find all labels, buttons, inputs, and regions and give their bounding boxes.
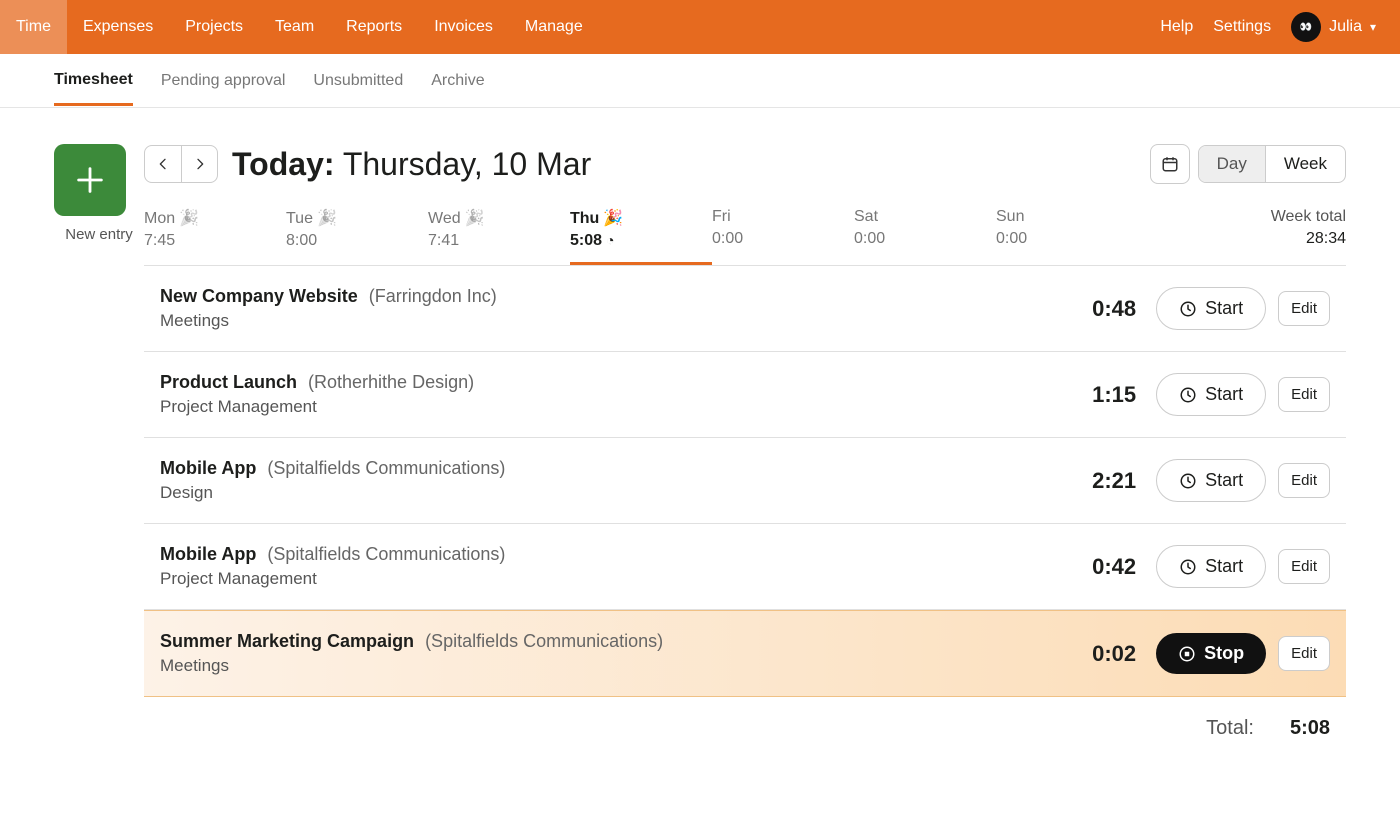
entry-client: (Farringdon Inc) [364, 286, 497, 306]
confetti-icon: 🎉 [465, 210, 485, 227]
tab-pending-approval[interactable]: Pending approval [161, 56, 286, 106]
entry-project: Mobile App [160, 544, 256, 564]
time-entry-row: New Company Website (Farringdon Inc) Mee… [144, 266, 1346, 352]
entry-project: Product Launch [160, 372, 297, 392]
calendar-icon [1161, 155, 1179, 173]
entry-duration: 0:02 [1066, 641, 1136, 667]
calendar-button[interactable] [1150, 144, 1190, 184]
entry-client: (Spitalfields Communications) [420, 631, 663, 651]
entry-project: Mobile App [160, 458, 256, 478]
help-link[interactable]: Help [1160, 18, 1193, 36]
entry-task: Project Management [160, 569, 1066, 589]
entry-client: (Spitalfields Communications) [262, 458, 505, 478]
entry-project: Summer Marketing Campaign [160, 631, 414, 651]
tab-timesheet[interactable]: Timesheet [54, 55, 133, 106]
weekday-wed[interactable]: Wed🎉7:41 [428, 208, 570, 265]
top-nav: TimeExpensesProjectsTeamReportsInvoicesM… [0, 0, 1400, 54]
entry-duration: 2:21 [1066, 468, 1136, 494]
week-total: Week total28:34 [1271, 208, 1346, 265]
entry-task: Design [160, 483, 1066, 503]
start-timer-button[interactable]: Start [1156, 287, 1266, 330]
confetti-icon: 🎉 [179, 210, 199, 227]
time-entry-row: Mobile App (Spitalfields Communications)… [144, 438, 1346, 524]
start-timer-button[interactable]: Start [1156, 373, 1266, 416]
view-toggle: Day Week [1198, 145, 1346, 183]
entry-client: (Rotherhithe Design) [303, 372, 474, 392]
timer-icon: ◔ [606, 232, 614, 248]
plus-icon [73, 163, 107, 197]
user-name: Julia [1329, 18, 1362, 36]
nav-item-expenses[interactable]: Expenses [67, 0, 169, 54]
edit-entry-button[interactable]: Edit [1278, 549, 1330, 584]
edit-entry-button[interactable]: Edit [1278, 377, 1330, 412]
total-label: Total: [1206, 717, 1254, 740]
tab-archive[interactable]: Archive [431, 56, 484, 106]
date-row: Today: Thursday, 10 Mar Day Week [144, 144, 1346, 184]
clock-icon [1179, 472, 1197, 490]
nav-item-manage[interactable]: Manage [509, 0, 599, 54]
weekday-mon[interactable]: Mon🎉7:45 [144, 208, 286, 265]
stop-timer-button[interactable]: Stop [1156, 633, 1266, 674]
nav-item-projects[interactable]: Projects [169, 0, 259, 54]
new-entry-label: New entry [54, 226, 144, 243]
weekday-thu[interactable]: Thu🎉5:08◔ [570, 208, 712, 265]
day-total-row: Total: 5:08 [144, 697, 1346, 760]
nav-item-invoices[interactable]: Invoices [418, 0, 509, 54]
entry-task: Meetings [160, 656, 1066, 676]
stop-icon [1178, 645, 1196, 663]
prev-day-button[interactable] [145, 146, 181, 182]
entry-task: Meetings [160, 311, 1066, 331]
nav-item-time[interactable]: Time [0, 0, 67, 54]
time-entry-row: Summer Marketing Campaign (Spitalfields … [144, 610, 1346, 697]
weekday-sun[interactable]: Sun0:00 [996, 208, 1138, 265]
page-title: Today: Thursday, 10 Mar [232, 146, 591, 183]
edit-entry-button[interactable]: Edit [1278, 636, 1330, 671]
tab-unsubmitted[interactable]: Unsubmitted [313, 56, 403, 106]
entry-project: New Company Website [160, 286, 358, 306]
user-menu[interactable]: 👀 Julia ▾ [1291, 12, 1376, 42]
total-value: 5:08 [1290, 717, 1330, 740]
clock-icon [1179, 386, 1197, 404]
settings-link[interactable]: Settings [1213, 18, 1271, 36]
avatar: 👀 [1291, 12, 1321, 42]
entry-client: (Spitalfields Communications) [262, 544, 505, 564]
entry-duration: 1:15 [1066, 382, 1136, 408]
time-entry-row: Mobile App (Spitalfields Communications)… [144, 524, 1346, 610]
weekday-sat[interactable]: Sat0:00 [854, 208, 996, 265]
time-entry-row: Product Launch (Rotherhithe Design) Proj… [144, 352, 1346, 438]
clock-icon [1179, 300, 1197, 318]
entry-duration: 0:42 [1066, 554, 1136, 580]
weekday-tue[interactable]: Tue🎉8:00 [286, 208, 428, 265]
chevron-down-icon: ▾ [1370, 20, 1376, 34]
new-entry-button[interactable] [54, 144, 126, 216]
start-timer-button[interactable]: Start [1156, 459, 1266, 502]
time-entries: New Company Website (Farringdon Inc) Mee… [144, 266, 1346, 697]
edit-entry-button[interactable]: Edit [1278, 463, 1330, 498]
next-day-button[interactable] [181, 146, 217, 182]
entry-duration: 0:48 [1066, 296, 1136, 322]
nav-item-team[interactable]: Team [259, 0, 330, 54]
nav-item-reports[interactable]: Reports [330, 0, 418, 54]
start-timer-button[interactable]: Start [1156, 545, 1266, 588]
confetti-icon: 🎉 [603, 210, 623, 227]
view-week-button[interactable]: Week [1265, 146, 1345, 182]
edit-entry-button[interactable]: Edit [1278, 291, 1330, 326]
view-day-button[interactable]: Day [1199, 146, 1265, 182]
confetti-icon: 🎉 [317, 210, 337, 227]
entry-task: Project Management [160, 397, 1066, 417]
sub-nav: Timesheet Pending approval Unsubmitted Arch… [0, 54, 1400, 108]
weekday-tabs: Mon🎉7:45Tue🎉8:00Wed🎉7:41Thu🎉5:08◔Fri0:00… [144, 208, 1346, 266]
date-nav-arrows [144, 145, 218, 183]
clock-icon [1179, 558, 1197, 576]
weekday-fri[interactable]: Fri0:00 [712, 208, 854, 265]
